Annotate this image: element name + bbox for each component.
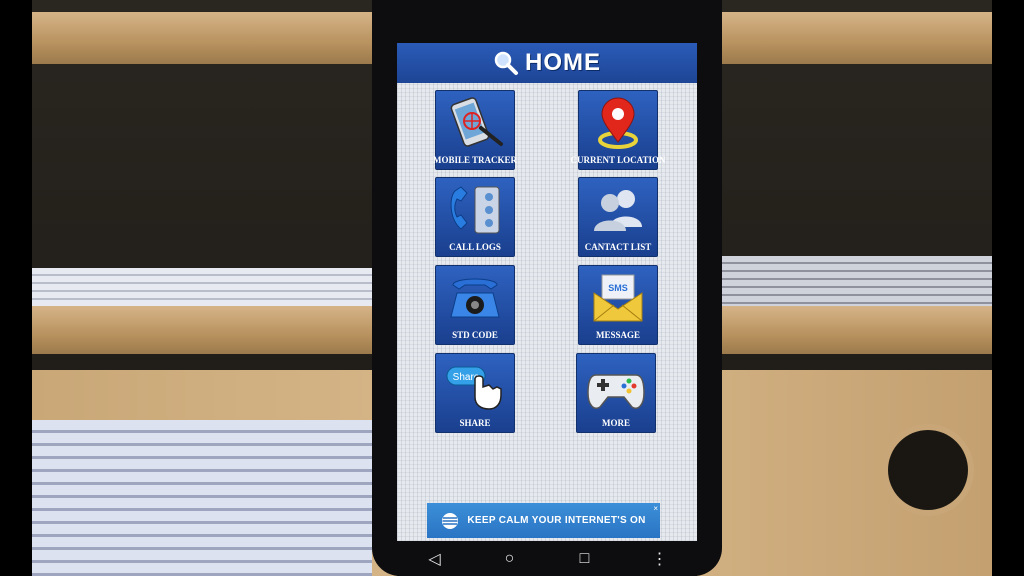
ad-close-icon[interactable]: × [653,504,658,513]
tile-label: MOBILE TRACKER [432,155,518,165]
tile-label: CANTACT LIST [584,242,652,252]
att-logo-icon [442,512,459,529]
back-icon[interactable]: ◁ [420,549,450,569]
letterbox-right [992,0,1024,576]
message-button[interactable]: SMS MESSAGE [578,265,658,345]
std-code-button[interactable]: STD CODE [435,265,515,345]
svg-text:SMS: SMS [608,283,628,293]
contacts-icon [594,190,642,231]
drawer-hole [888,430,968,510]
tile-label: CURRENT LOCATION [570,155,666,165]
ad-text: KEEP CALM YOUR INTERNET'S ON [467,515,646,526]
recents-icon[interactable]: □ [570,550,600,568]
more-button[interactable]: MORE [576,353,656,433]
tile-label: CALL LOGS [449,242,501,252]
contact-list-button[interactable]: CANTACT LIST [578,177,658,257]
call-log-icon [450,186,500,234]
letterbox-left [0,0,32,576]
tile-label: SHARE [459,418,491,428]
share-hand-icon: Share [446,366,502,410]
tracker-phone-icon [450,97,503,147]
tile-label: MESSAGE [595,330,640,340]
magnifier-icon [494,51,518,75]
gamepad-icon [587,374,645,409]
page-title: HOME [525,49,601,76]
overflow-menu-icon[interactable]: ⋮ [645,549,675,569]
current-location-button[interactable]: CURRENT LOCATION [571,90,665,170]
app-header: HOME [397,43,697,83]
ad-banner[interactable]: KEEP CALM YOUR INTERNET'S ON × [427,503,660,538]
map-pin-icon [598,97,638,149]
paper-stack [32,420,372,576]
share-button[interactable]: Share SHARE [435,353,515,433]
paper-stack [32,268,372,306]
tile-label: STD CODE [452,330,498,340]
android-nav-bar: ◁ ○ □ ⋮ [397,541,697,576]
sms-envelope-icon: SMS [593,274,643,322]
tile-label: MORE [602,418,630,428]
mobile-tracker-button[interactable]: MOBILE TRACKER [432,90,518,170]
paper-stack [720,256,992,306]
app-screen: HOME MOBILE TRACKER CURRENT LOCATION CAL… [397,43,697,541]
rotary-phone-icon [450,278,500,318]
home-icon[interactable]: ○ [495,550,525,568]
call-logs-button[interactable]: CALL LOGS [435,177,515,257]
